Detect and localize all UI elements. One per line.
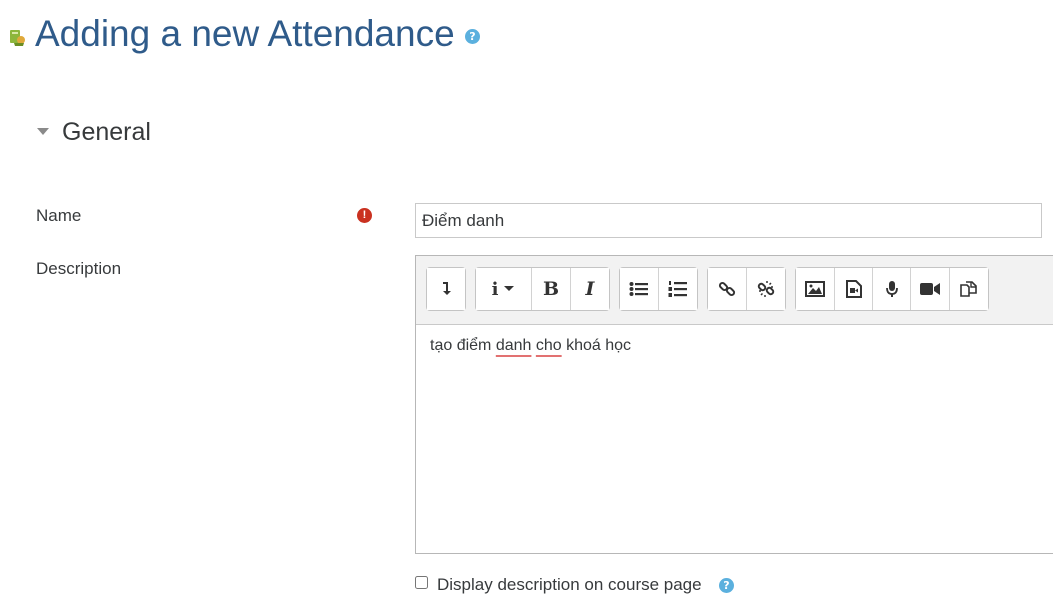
record-video-button[interactable] — [911, 268, 950, 310]
image-button[interactable] — [796, 268, 835, 310]
editor-content-area[interactable]: tạo điểm danh cho khoá học — [416, 325, 1053, 553]
help-icon[interactable]: ? — [719, 578, 734, 593]
display-description-checkbox[interactable] — [415, 576, 428, 589]
chevron-down-icon — [504, 286, 515, 291]
bold-button[interactable]: B — [532, 268, 571, 310]
editor-toolbar: i B I — [416, 256, 1053, 325]
misspelled-word: cho — [535, 337, 562, 354]
ordered-list-button[interactable] — [659, 268, 697, 310]
unlink-button[interactable] — [747, 268, 785, 310]
required-icon: ! — [357, 208, 372, 223]
show-more-button[interactable] — [427, 268, 465, 310]
description-text: khoá học — [561, 337, 632, 354]
display-description-label: Display description on course page — [437, 575, 702, 594]
name-input[interactable] — [415, 203, 1042, 238]
bold-icon: B — [542, 278, 560, 300]
record-audio-button[interactable] — [873, 268, 911, 310]
page-title: Adding a new Attendance — [35, 13, 455, 54]
collapse-caret-icon[interactable] — [37, 128, 49, 135]
link-icon — [718, 281, 736, 297]
unlink-icon — [757, 281, 775, 297]
media-icon — [845, 280, 862, 298]
description-editor: i B I tạo điểm danh cho khoá học — [415, 255, 1053, 554]
toolbar-group-more — [426, 267, 466, 311]
unordered-list-icon — [629, 282, 648, 296]
manage-files-icon — [960, 281, 977, 297]
unordered-list-button[interactable] — [620, 268, 659, 310]
paragraph-style-button[interactable]: i — [476, 268, 532, 310]
toolbar-group-lists — [619, 267, 698, 311]
paragraph-style-icon: i — [491, 278, 499, 300]
image-icon — [805, 281, 825, 297]
show-more-icon — [443, 282, 451, 295]
italic-icon: I — [585, 278, 595, 300]
section-title-general[interactable]: General — [62, 116, 151, 148]
name-label: Name — [36, 206, 82, 225]
italic-button[interactable]: I — [571, 268, 609, 310]
help-icon[interactable]: ? — [465, 29, 480, 44]
toolbar-group-links — [707, 267, 786, 311]
attendance-module-icon — [10, 30, 25, 46]
toolbar-group-media — [795, 267, 989, 311]
toolbar-group-style: i B I — [475, 267, 610, 311]
misspelled-word: danh — [495, 337, 532, 354]
description-label: Description — [36, 259, 122, 278]
media-button[interactable] — [835, 268, 873, 310]
link-button[interactable] — [708, 268, 747, 310]
record-audio-icon — [885, 281, 898, 297]
record-video-icon — [920, 283, 940, 295]
description-text: tạo điểm — [430, 337, 496, 354]
manage-files-button[interactable] — [950, 268, 988, 310]
ordered-list-icon — [668, 281, 687, 297]
